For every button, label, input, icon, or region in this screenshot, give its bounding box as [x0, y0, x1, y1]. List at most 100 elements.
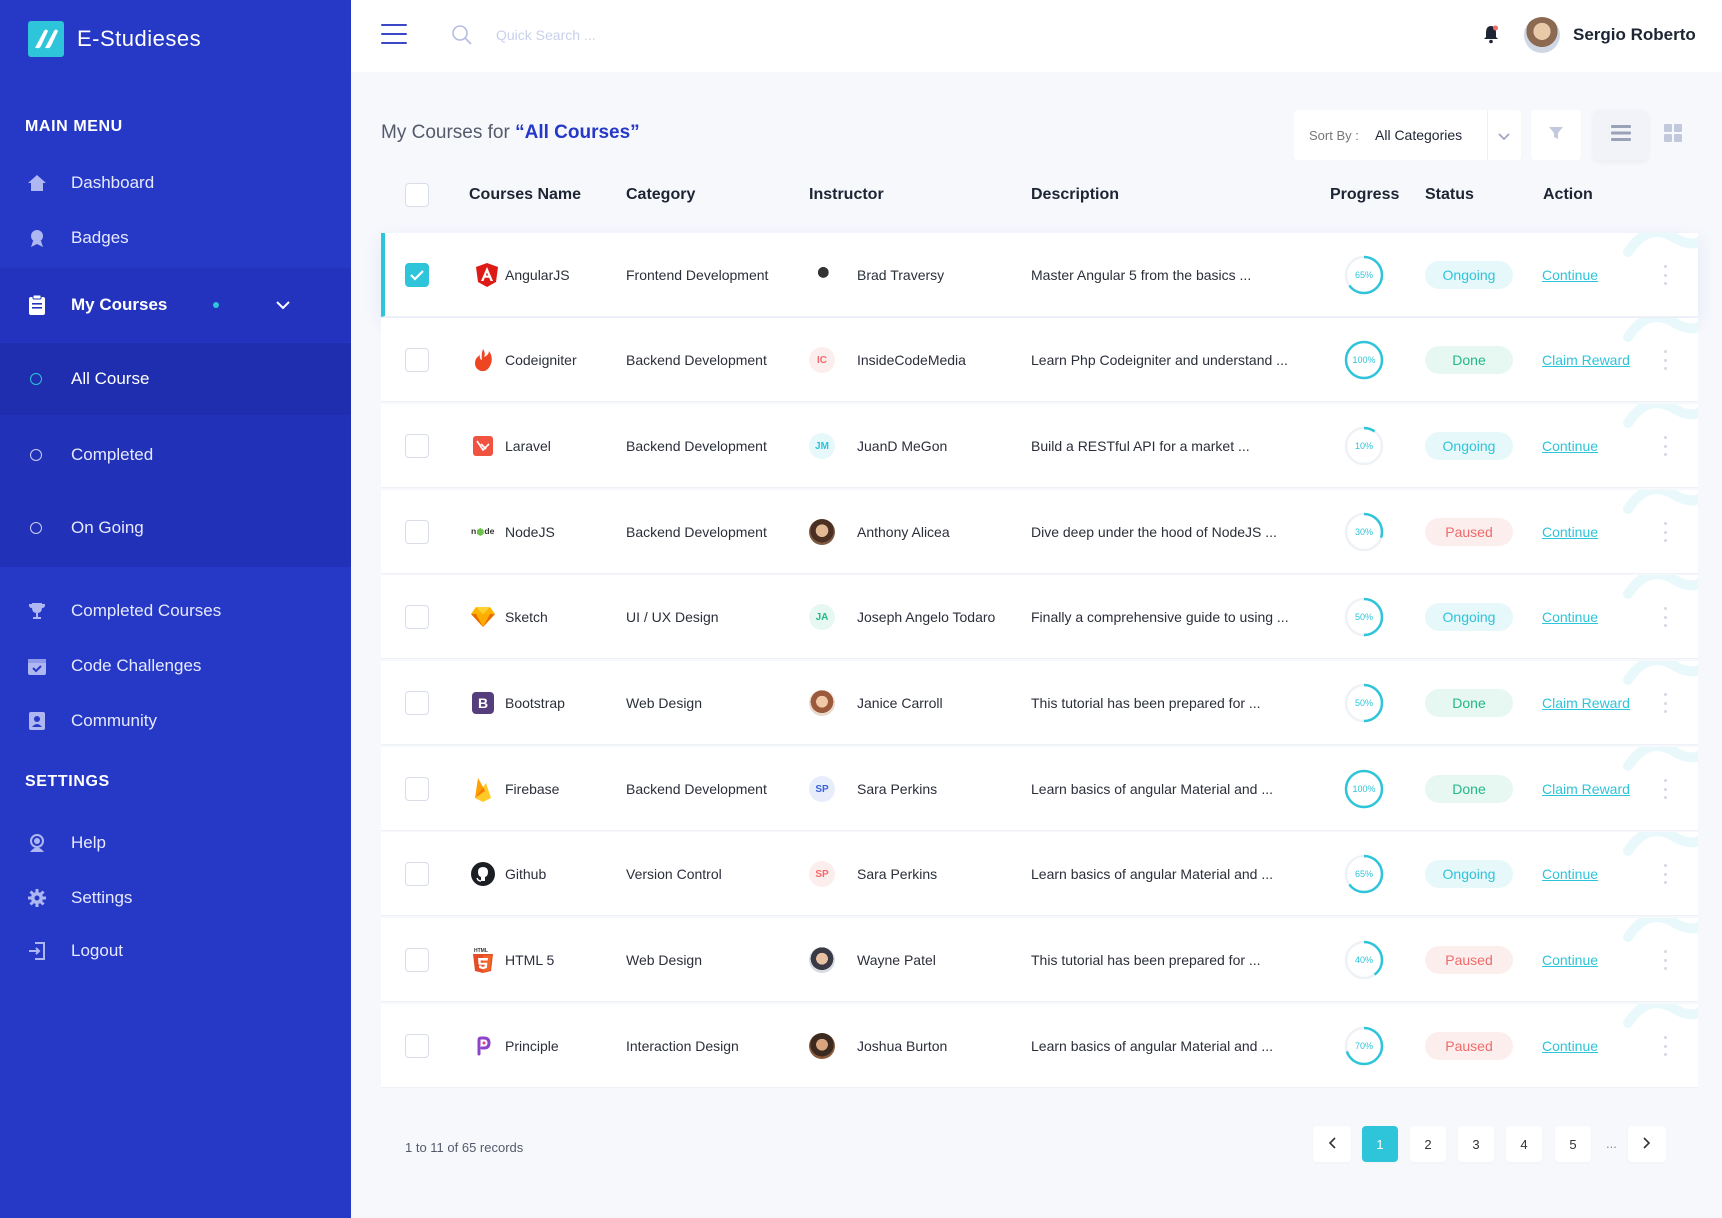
action-link[interactable]: Continue — [1542, 404, 1598, 487]
search-input[interactable] — [496, 22, 796, 48]
instructor-name: Anthony Alicea — [857, 524, 950, 540]
page-button-5[interactable]: 5 — [1555, 1126, 1591, 1162]
instructor-name: Joseph Angelo Todaro — [857, 609, 996, 625]
row-checkbox[interactable] — [405, 348, 429, 372]
column-header-description[interactable]: Description — [1031, 186, 1119, 204]
sidebar-item-my-courses[interactable]: My Courses — [0, 268, 351, 342]
select-all-checkbox[interactable] — [405, 183, 429, 207]
action-link[interactable]: Continue — [1542, 1004, 1598, 1087]
progress-ring: 65% — [1344, 854, 1384, 894]
progress-label: 50% — [1355, 698, 1373, 708]
column-header-action[interactable]: Action — [1543, 186, 1593, 204]
page-button-4[interactable]: 4 — [1506, 1126, 1542, 1162]
user-name[interactable]: Sergio Roberto — [1573, 25, 1696, 45]
page-button-2[interactable]: 2 — [1410, 1126, 1446, 1162]
sidebar-item-dashboard[interactable]: Dashboard — [0, 159, 351, 207]
more-options-icon[interactable] — [1660, 779, 1670, 799]
sidebar-item-badges[interactable]: Badges — [0, 214, 351, 262]
submenu-item-completed[interactable]: Completed — [0, 419, 351, 491]
course-name[interactable]: Bootstrap — [505, 661, 565, 744]
table-row[interactable]: B Bootstrap Web Design Janice Carroll Th… — [381, 661, 1698, 745]
more-options-icon[interactable] — [1660, 607, 1670, 627]
sidebar-item-completed-courses[interactable]: Completed Courses — [0, 587, 351, 635]
grid-view-button[interactable] — [1648, 110, 1698, 160]
more-options-icon[interactable] — [1660, 1036, 1670, 1056]
action-link[interactable]: Continue — [1542, 575, 1598, 658]
progress-label: 70% — [1355, 1041, 1373, 1051]
instructor-avatar — [809, 1033, 835, 1059]
action-link[interactable]: Continue — [1542, 832, 1598, 915]
filter-button[interactable] — [1531, 110, 1581, 160]
row-checkbox[interactable] — [405, 862, 429, 886]
prev-page-button[interactable] — [1313, 1126, 1351, 1162]
sidebar-item-code-challenges[interactable]: Code Challenges — [0, 642, 351, 690]
column-header-progress[interactable]: Progress — [1330, 186, 1399, 204]
table-row[interactable]: Firebase Backend Development SP Sara Per… — [381, 747, 1698, 831]
course-description: Master Angular 5 from the basics ... — [1031, 267, 1252, 283]
table-row[interactable]: Sketch UI / UX Design JA Joseph Angelo T… — [381, 575, 1698, 659]
course-name[interactable]: Codeigniter — [505, 318, 577, 401]
active-dot-indicator — [213, 302, 219, 308]
submenu-item-on-going[interactable]: On Going — [0, 492, 351, 564]
more-options-icon[interactable] — [1660, 950, 1670, 970]
sort-by-dropdown[interactable]: Sort By : All Categories — [1294, 110, 1521, 160]
search-icon[interactable] — [451, 24, 473, 51]
row-checkbox[interactable] — [405, 1034, 429, 1058]
row-checkbox[interactable] — [405, 263, 429, 287]
avatar[interactable] — [1524, 17, 1560, 53]
sidebar-item-community[interactable]: Community — [0, 697, 351, 745]
course-name[interactable]: Laravel — [505, 404, 551, 487]
course-name[interactable]: AngularJS — [505, 233, 570, 316]
action-link[interactable]: Claim Reward — [1542, 661, 1630, 744]
action-link[interactable]: Claim Reward — [1542, 747, 1630, 830]
action-link[interactable]: Claim Reward — [1542, 318, 1630, 401]
action-link[interactable]: Continue — [1542, 918, 1598, 1001]
table-row[interactable]: Principle Interaction Design Joshua Burt… — [381, 1004, 1698, 1088]
more-options-icon[interactable] — [1660, 436, 1670, 456]
row-checkbox[interactable] — [405, 434, 429, 458]
chevron-down-icon[interactable] — [276, 295, 290, 315]
row-checkbox[interactable] — [405, 948, 429, 972]
more-options-icon[interactable] — [1660, 350, 1670, 370]
course-name[interactable]: Github — [505, 832, 546, 915]
chevron-down-icon — [1498, 128, 1510, 146]
more-options-icon[interactable] — [1660, 265, 1670, 285]
column-header-status[interactable]: Status — [1425, 186, 1474, 204]
table-row[interactable]: HTML HTML 5 Web Design Wayne Patel This … — [381, 918, 1698, 1002]
next-page-button[interactable] — [1628, 1126, 1666, 1162]
action-link[interactable]: Continue — [1542, 233, 1598, 316]
row-checkbox[interactable] — [405, 520, 429, 544]
course-name[interactable]: HTML 5 — [505, 918, 554, 1001]
more-options-icon[interactable] — [1660, 522, 1670, 542]
row-checkbox[interactable] — [405, 777, 429, 801]
sidebar-item-help[interactable]: Help — [0, 819, 351, 867]
list-view-button[interactable] — [1594, 110, 1648, 160]
bell-icon[interactable] — [1483, 24, 1499, 49]
course-name[interactable]: Firebase — [505, 747, 559, 830]
course-category: Version Control — [626, 866, 722, 882]
row-checkbox[interactable] — [405, 605, 429, 629]
column-header-category[interactable]: Category — [626, 186, 695, 204]
more-options-icon[interactable] — [1660, 693, 1670, 713]
row-checkbox[interactable] — [405, 691, 429, 715]
table-row[interactable]: n de NodeJS Backend Development Anthony A… — [381, 490, 1698, 574]
column-header-instructor[interactable]: Instructor — [809, 186, 884, 204]
course-name[interactable]: Sketch — [505, 575, 548, 658]
course-name[interactable]: Principle — [505, 1004, 559, 1087]
column-header-name[interactable]: Courses Name — [469, 186, 581, 204]
svg-text:de: de — [484, 526, 494, 536]
table-row[interactable]: Github Version Control SP Sara Perkins L… — [381, 832, 1698, 916]
course-name[interactable]: NodeJS — [505, 490, 555, 573]
table-row[interactable]: Laravel Backend Development JM JuanD MeG… — [381, 404, 1698, 488]
submenu-item-all-course[interactable]: All Course — [0, 343, 351, 415]
action-link[interactable]: Continue — [1542, 490, 1598, 573]
page-button-3[interactable]: 3 — [1458, 1126, 1494, 1162]
sidebar-item-logout[interactable]: Logout — [0, 927, 351, 975]
page-button-1[interactable]: 1 — [1362, 1126, 1398, 1162]
table-row[interactable]: Codeigniter Backend Development IC Insid… — [381, 318, 1698, 402]
sidebar-item-settings[interactable]: Settings — [0, 874, 351, 922]
more-options-icon[interactable] — [1660, 864, 1670, 884]
hamburger-menu-icon[interactable] — [381, 24, 407, 44]
table-row[interactable]: AngularJS Frontend Development Brad Trav… — [381, 233, 1698, 317]
brand[interactable]: E-Studieses — [28, 21, 201, 57]
